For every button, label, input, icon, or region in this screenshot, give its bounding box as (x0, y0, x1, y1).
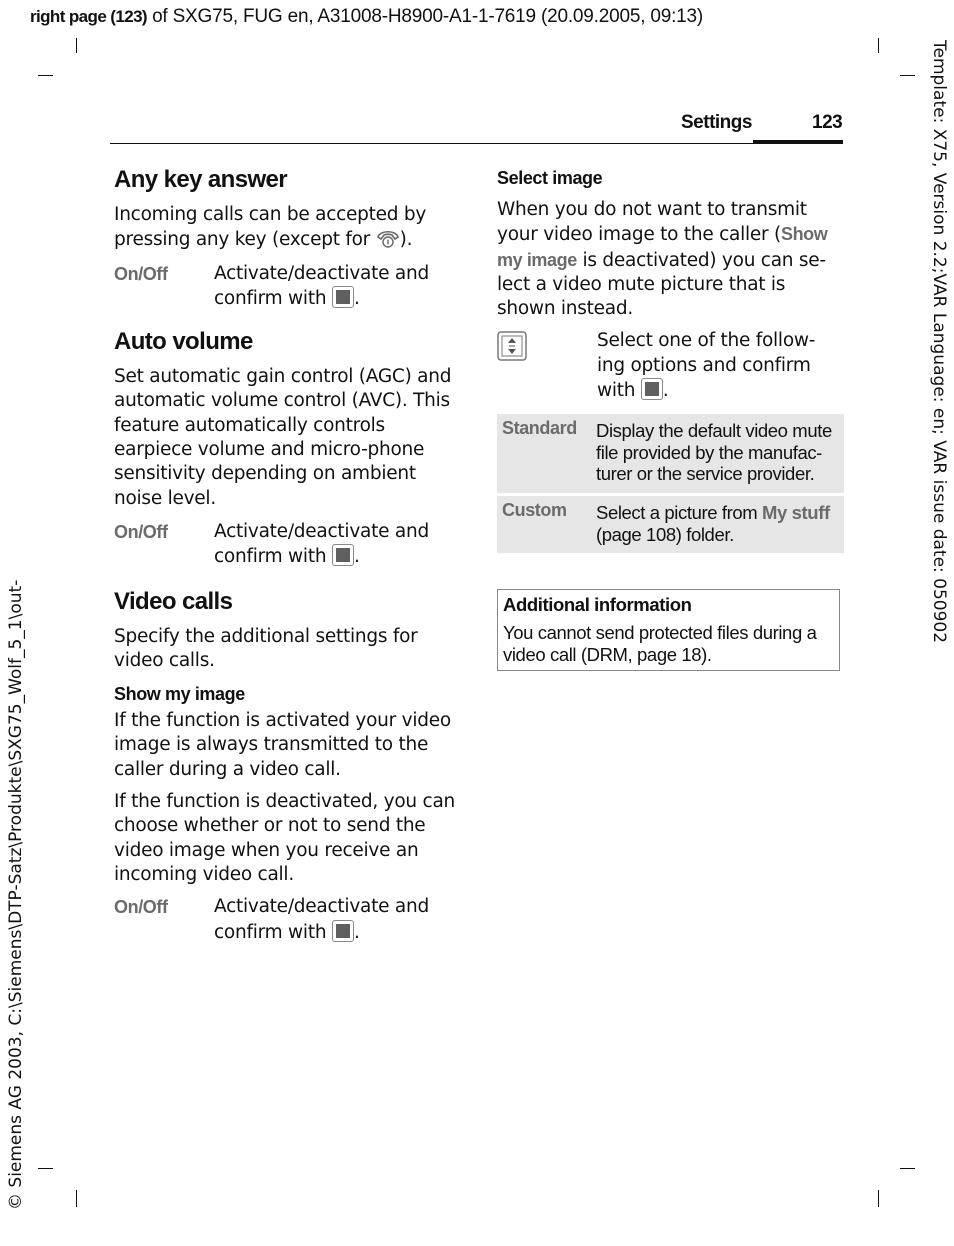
select-image-description: When you do not want to transmit your vi… (497, 198, 842, 321)
crop-mark (76, 38, 77, 53)
right-column: Select image When you do not want to tra… (497, 167, 842, 403)
option-row-custom: Custom Select a picture from My stuff (p… (497, 496, 844, 553)
any-key-text-end: ). (399, 229, 413, 251)
subheading-show-my-image: Show my image (114, 684, 245, 705)
nav-text-end: . (662, 380, 669, 402)
info-box-title: Additional information (503, 594, 692, 615)
left-column: Any key answer Incoming calls can be acc… (114, 166, 464, 945)
option-text: Activate/deactivate and confirm with (214, 520, 429, 568)
option-key-standard: Standard (502, 418, 577, 438)
end-call-key-icon (376, 231, 399, 248)
show-my-image-para-1: If the function is activated your video … (114, 710, 451, 780)
crop-mark (878, 1190, 879, 1207)
option-text: Activate/deactivate and confirm with (214, 896, 429, 943)
nav-key-cell (497, 329, 597, 403)
header-rule (110, 143, 843, 144)
crop-mark (878, 38, 879, 53)
template-info-vertical: Template: X75, Version 2.2;VAR Language:… (929, 40, 949, 644)
option-key-custom: Custom (502, 500, 567, 520)
option-key-on-off: On/Off (114, 263, 168, 284)
select-image-text: When you do not want to transmit your vi… (497, 199, 807, 246)
option-key-on-off: On/Off (114, 521, 168, 542)
option-text: Activate/deactivate and confirm with (214, 262, 429, 309)
option-description: Activate/deactivate and confirm with . (214, 262, 464, 312)
option-row-show-my-image: On/Off Activate/deactivate and confirm w… (114, 895, 464, 945)
running-header-section: Settings (681, 112, 752, 133)
option-description: Activate/deactivate and confirm with . (214, 520, 464, 570)
any-key-description: Incoming calls can be accepted by pressi… (114, 203, 464, 253)
running-header-page-number: 123 (812, 112, 843, 133)
nav-text: Select one of the follow-ing options and… (597, 330, 816, 402)
copyright-path-vertical: © Siemens AG 2003, C:\Siemens\DTP-Satz\P… (6, 579, 26, 1210)
navigation-key-icon (497, 331, 527, 362)
option-row-standard: Standard Display the default video mute … (497, 414, 844, 493)
option-row-auto-volume: On/Off Activate/deactivate and confirm w… (114, 520, 464, 570)
option-text-standard: Display the default video mute file prov… (596, 420, 832, 484)
ok-key-icon (331, 285, 354, 308)
navigation-instruction-row: Select one of the follow-ing options and… (497, 329, 842, 403)
crop-mark (38, 75, 53, 76)
heading-auto-volume: Auto volume (114, 328, 253, 356)
subheading-select-image: Select image (497, 168, 603, 188)
print-meta-rest: of SXG75, FUG en, A31008-H8900-A1-1-7619… (146, 6, 704, 27)
header-rule-accent (753, 140, 843, 144)
heading-video-calls: Video calls (114, 587, 233, 615)
heading-any-key-answer: Any key answer (114, 166, 288, 193)
option-text-end: . (353, 287, 360, 309)
crop-mark (900, 1168, 915, 1169)
custom-text-2: (page 108) folder. (596, 523, 734, 545)
option-text-end: . (353, 921, 360, 943)
show-my-image-para-2: If the function is deactivated, you can … (114, 791, 456, 885)
crop-mark (38, 1168, 53, 1169)
print-meta-line: right page (123) of SXG75, FUG en, A3100… (30, 6, 703, 28)
video-calls-intro: Specify the additional settings for vide… (114, 625, 418, 671)
print-meta-bold: right page (123) (30, 7, 148, 26)
auto-volume-description: Set automatic gain control (AGC) and aut… (114, 366, 452, 509)
crop-mark (76, 1190, 77, 1207)
option-row-any-key: On/Off Activate/deactivate and confirm w… (114, 262, 464, 312)
navigation-instruction-text: Select one of the follow-ing options and… (597, 329, 842, 403)
additional-information-box: Additional information You cannot send p… (497, 589, 840, 671)
custom-text: Select a picture from (596, 502, 762, 523)
menu-reference-my-stuff: My stuff (762, 502, 830, 523)
ok-key-icon (331, 544, 354, 567)
info-box-text: You cannot send protected files during a… (503, 622, 817, 665)
ok-key-icon (331, 919, 354, 942)
crop-mark (900, 75, 915, 76)
option-description: Activate/deactivate and confirm with . (214, 895, 464, 945)
option-key-on-off: On/Off (114, 897, 168, 918)
option-text-custom: Select a picture from My stuff (page 108… (596, 502, 840, 545)
ok-key-icon (640, 378, 663, 401)
option-text-end: . (353, 546, 360, 568)
